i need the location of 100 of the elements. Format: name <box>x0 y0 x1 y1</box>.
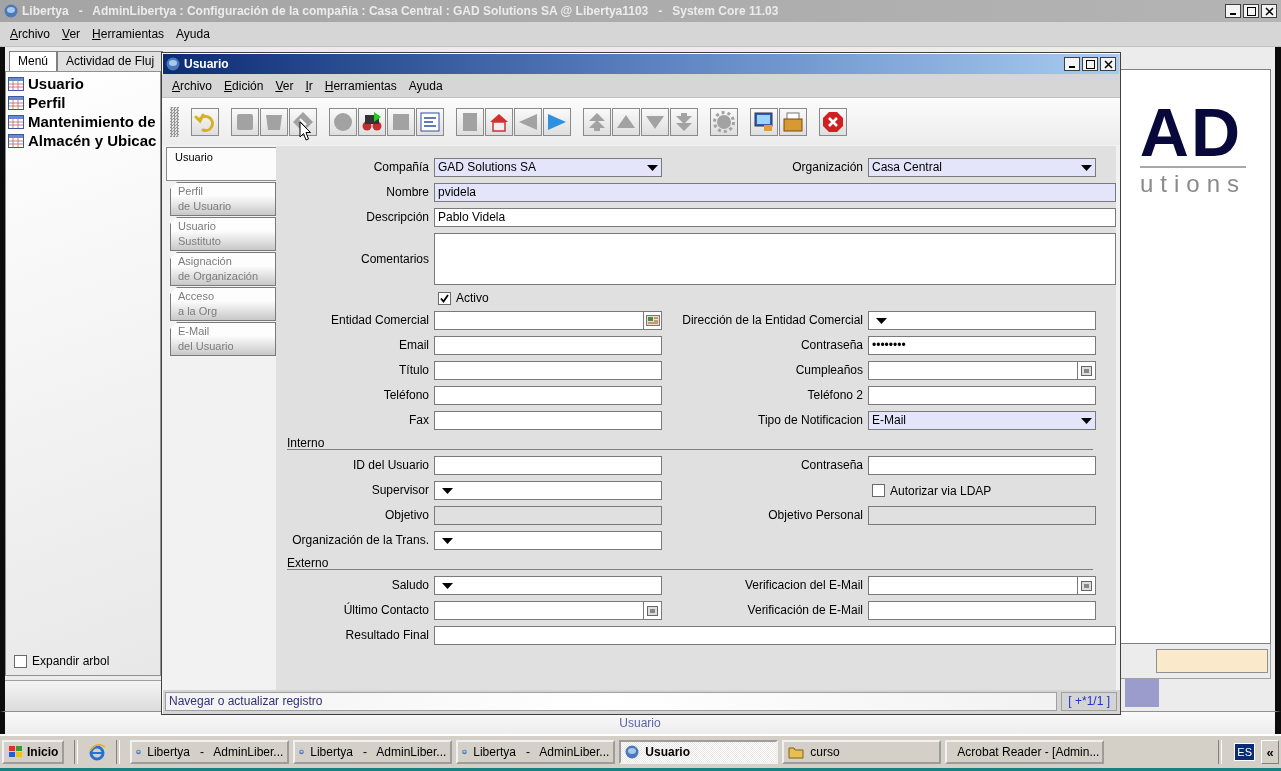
text-field[interactable]: pvidela <box>434 183 1116 202</box>
dropdown-field[interactable] <box>434 576 662 595</box>
field-label: Nombre <box>385 184 429 201</box>
dropdown-field[interactable]: E-Mail <box>868 411 1096 430</box>
mouse-pointer-icon <box>299 121 311 141</box>
tab[interactable]: Usuario <box>166 147 276 181</box>
calendar-button[interactable] <box>1077 576 1096 595</box>
collapse-button[interactable]: « <box>1261 740 1279 764</box>
lookup-field[interactable] <box>434 311 643 330</box>
taskbar-button[interactable]: Libertya - AdminLiber... <box>130 740 290 764</box>
taskbar-button[interactable]: Libertya - AdminLiber... <box>293 740 453 764</box>
tab[interactable]: Acceso a la Org <box>170 287 276 321</box>
minimize-button[interactable] <box>1064 57 1080 71</box>
left-triangle-icon <box>517 111 539 133</box>
tree-item[interactable]: Almacén y Ubicac <box>28 132 157 149</box>
tab[interactable]: Actividad de Fluj <box>57 51 164 71</box>
menu-item[interactable]: Herramientas <box>318 79 403 93</box>
maximize-button[interactable] <box>1082 57 1098 71</box>
taskbar-button[interactable]: curso <box>782 740 942 764</box>
field-label: Tipo de Notificacion <box>757 412 863 429</box>
field-label: Verificacion del E-Mail <box>743 577 863 594</box>
menu-item[interactable]: Ayuda <box>402 79 449 93</box>
tab[interactable]: Asignación de Organización <box>170 252 276 286</box>
tree-item[interactable]: Mantenimiento de <box>28 113 156 130</box>
toolbar-button[interactable] <box>750 108 778 136</box>
text-field[interactable] <box>868 601 1096 620</box>
house-icon <box>488 111 510 133</box>
text-field[interactable] <box>434 336 662 355</box>
start-button[interactable]: Inicio <box>2 740 65 764</box>
tab[interactable]: Perfil de Usuario <box>170 182 276 216</box>
text-field[interactable] <box>434 361 662 380</box>
taskbar-button[interactable]: Usuario <box>619 740 779 764</box>
dropdown-field[interactable] <box>434 531 662 550</box>
app-icon <box>4 4 18 18</box>
taskbar-button[interactable]: Libertya - AdminLiber... <box>456 740 616 764</box>
field-label: Contraseña <box>799 337 863 354</box>
date-field[interactable] <box>868 576 1077 595</box>
browser-icon[interactable] <box>88 743 107 761</box>
text-field[interactable] <box>434 386 662 405</box>
check-mark-icon <box>440 293 449 303</box>
text-field[interactable] <box>1156 649 1268 673</box>
field-label: Resultado Final <box>344 627 429 644</box>
caret-icon <box>441 582 453 589</box>
checkbox[interactable] <box>438 291 451 305</box>
field-label: Cumpleaños <box>794 362 863 379</box>
menu-item[interactable]: Archivo <box>4 27 57 41</box>
calendar-icon <box>647 605 658 616</box>
lookup-button[interactable] <box>643 311 662 330</box>
text-field[interactable] <box>434 411 662 430</box>
field-label: Saludo <box>390 577 429 594</box>
text-field[interactable]: Pablo Videla <box>434 208 1116 227</box>
menu-item[interactable]: Ver <box>269 79 300 93</box>
menu-item[interactable]: Ver <box>56 27 87 41</box>
minimize-button[interactable] <box>1225 4 1241 18</box>
menu-item[interactable]: Ir <box>299 79 319 93</box>
calendar-button[interactable] <box>643 601 662 620</box>
text-field[interactable] <box>434 456 662 475</box>
tab[interactable]: Menú <box>9 51 58 71</box>
section-title: Externo <box>287 556 329 570</box>
tab[interactable]: E-Mail del Usuario <box>170 322 276 356</box>
dropdown-field[interactable] <box>868 311 1096 330</box>
date-field[interactable] <box>868 361 1077 380</box>
checkbox[interactable] <box>872 484 885 497</box>
new-record-icon <box>234 111 256 133</box>
taskbar-button[interactable]: Acrobat Reader - [Admin... <box>945 740 1105 764</box>
section-title: Interno <box>287 436 325 450</box>
field-label: Organización de la Trans. <box>291 532 429 549</box>
form-view-icon <box>419 111 441 133</box>
date-field[interactable] <box>434 601 643 620</box>
password-field[interactable]: •••••••• <box>868 336 1096 355</box>
text-field[interactable] <box>434 626 1116 645</box>
text-field[interactable] <box>868 456 1096 475</box>
table-icon <box>8 76 24 91</box>
dropdown-field[interactable]: GAD Solutions SA <box>434 158 662 177</box>
text-field[interactable] <box>868 386 1096 405</box>
close-icon <box>1264 6 1274 16</box>
field-label: Compañía <box>372 159 429 176</box>
tree-item[interactable]: Perfil <box>28 94 66 111</box>
menu-item[interactable]: Edición <box>218 79 270 93</box>
dropdown-field[interactable]: Casa Central <box>868 158 1096 177</box>
close-button[interactable] <box>1100 57 1116 71</box>
maximize-button[interactable] <box>1243 4 1259 18</box>
checkbox[interactable] <box>14 654 27 668</box>
monitor-icon <box>753 111 775 133</box>
tree-item[interactable]: Usuario <box>28 75 84 92</box>
menu-item[interactable]: Archivo <box>166 79 219 93</box>
toolbar-grip[interactable] <box>170 107 179 137</box>
close-button[interactable] <box>1261 4 1277 18</box>
menu-item[interactable]: Ayuda <box>170 27 216 41</box>
toolbar-button[interactable] <box>358 108 386 136</box>
text-area[interactable] <box>434 233 1116 285</box>
dropdown-field[interactable] <box>434 481 662 500</box>
language-indicator[interactable]: ES <box>1234 743 1255 761</box>
calendar-button[interactable] <box>1077 361 1096 380</box>
menu-item[interactable]: Herramientas <box>86 27 171 41</box>
table-icon <box>8 114 24 129</box>
field-label: Teléfono <box>382 387 429 404</box>
tab[interactable]: Usuario Sustituto <box>170 217 276 251</box>
lookup-icon <box>645 315 660 326</box>
caret-icon <box>441 487 453 494</box>
